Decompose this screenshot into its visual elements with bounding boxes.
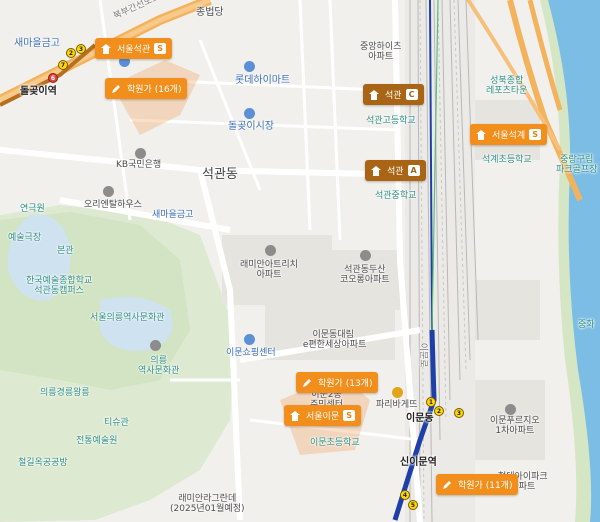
pencil-icon <box>109 82 123 96</box>
apartment-poi-2[interactable] <box>360 250 371 261</box>
map-canvas[interactable]: 새마을금고 종법당 중앙하이츠 아파트 롯데하이마트 돌곶이시장 석관고등학교 … <box>0 0 600 522</box>
line-badge-2: 2 <box>66 48 76 58</box>
line-badge-2b: 2 <box>434 406 444 416</box>
shop-label-imun: 이문쇼핑센터 <box>226 348 276 358</box>
school-label-seokgwan-high: 석관고등학교 <box>366 116 416 126</box>
apt-label-imun-prugio: 이문푸르지오 1차아파트 <box>490 416 540 437</box>
station-label-sinimun[interactable]: 신이문역 <box>400 457 437 469</box>
marker-school-seoulseokgwan[interactable]: 서울석관 S <box>95 38 173 59</box>
building-poi[interactable] <box>103 186 114 197</box>
line-badge-4: 4 <box>400 490 410 500</box>
bakery-poi[interactable] <box>392 387 403 398</box>
store-label-paris: 파리바게뜨 <box>376 400 418 410</box>
place-label-jongbeopdang: 종법당 <box>196 7 224 18</box>
apt-label-doosan: 석관동두산 코오롱아파트 <box>340 265 390 286</box>
place-label-sports-town: 성북종합 레포츠타운 <box>486 76 528 97</box>
shop-poi[interactable] <box>244 334 255 345</box>
station-label-dolgoji[interactable]: 돌곶이역 <box>20 86 57 98</box>
pencil-icon <box>440 478 454 492</box>
place-label-uireung: 의릉 역사문화관 <box>138 356 180 377</box>
place-label-uireung-lake: 의릉경릉왕릉 <box>40 388 90 398</box>
school-icon <box>288 409 302 423</box>
marker-badge: C <box>405 89 418 100</box>
apt-label-junganghaits: 중앙하이츠 아파트 <box>360 42 402 63</box>
marker-school-seokgwan-a[interactable]: 석관 A <box>365 160 426 181</box>
marker-badge: S <box>154 43 167 54</box>
market-label-dolgoji: 돌곶이시장 <box>228 121 274 132</box>
bank-label-saemaeul-top: 새마을금고 <box>14 38 60 49</box>
pencil-icon <box>300 376 314 390</box>
bank-label-kb: KB국민은행 <box>116 160 162 170</box>
place-label-yesulgukjang: 예술극장 <box>8 233 42 243</box>
line-badge-3: 3 <box>76 44 86 54</box>
place-label-bongwan: 본관 <box>57 246 74 256</box>
bank-poi[interactable] <box>135 148 146 159</box>
market-poi[interactable] <box>244 108 255 119</box>
school-icon <box>474 128 488 142</box>
marker-badge: A <box>407 165 420 176</box>
museum-poi[interactable] <box>150 340 161 351</box>
place-label-yeongugak: 연극원 <box>20 204 45 214</box>
road-label-imunro: 이문로 <box>417 342 428 368</box>
bank-label-saemaeul-mid: 새마을금고 <box>152 210 194 220</box>
school-label-seokgwan-middle: 석관중학교 <box>375 191 417 201</box>
apt-label-raemian-lagrande: 래미안라그란데 (2025년01월예정) <box>170 494 245 515</box>
marker-school-seoulimun[interactable]: 서울이문 S <box>284 405 362 426</box>
place-label-junghwa: 중화 <box>578 320 595 330</box>
apartment-poi[interactable] <box>265 245 276 256</box>
apt-label-imun-daelim: 이문동대림 e편한세상아파트 <box>302 330 367 351</box>
station-label-imun[interactable]: 이문동 <box>406 413 434 425</box>
apartment-poi-3[interactable] <box>505 404 516 415</box>
school-icon <box>369 164 383 178</box>
district-label: 석관동 <box>202 167 238 182</box>
line-badge-6: 6 <box>48 73 58 83</box>
place-label-oriental: 오리엔탈하우스 <box>84 200 142 210</box>
place-label-jeontong: 전통예술원 <box>76 436 118 446</box>
marker-badge: S <box>529 129 542 140</box>
line-badge-3b: 3 <box>454 408 464 418</box>
place-label-tissue: 티슈관 <box>104 418 129 428</box>
park-label-jungnang: 중랑구립 파크골프장 <box>556 155 598 176</box>
school-label-imun-elem: 이문초등학교 <box>310 438 360 448</box>
marker-academy-13[interactable]: 학원가 (13개) <box>296 372 379 393</box>
marker-badge: S <box>343 410 356 421</box>
line-badge-5: 5 <box>408 500 418 510</box>
school-icon <box>99 42 113 56</box>
museum-label-uireung: 서울의릉역사문화관 <box>90 313 165 323</box>
marker-school-seokgwan-c[interactable]: 석관 C <box>363 84 424 105</box>
place-label-cheolgil: 철길옥공공방 <box>18 458 68 468</box>
marker-academy-16[interactable]: 학원가 (16개) <box>105 78 188 99</box>
school-label-knua: 한국예술종합학교 석관동캠퍼스 <box>26 276 93 297</box>
marker-academy-11[interactable]: 학원가 (11개) <box>436 474 519 495</box>
apt-label-raemian: 래미안아트리치 아파트 <box>240 260 298 281</box>
school-icon <box>367 88 381 102</box>
store-label-lotte: 롯데하이마트 <box>235 75 291 86</box>
line-badge-1: 1 <box>426 397 436 407</box>
store-poi[interactable] <box>244 61 255 72</box>
line-badge-7: 7 <box>58 60 68 70</box>
marker-school-seoulseokgye[interactable]: 서울석계 S <box>470 124 548 145</box>
school-label-seokgye-elem: 석계초등학교 <box>482 155 532 165</box>
